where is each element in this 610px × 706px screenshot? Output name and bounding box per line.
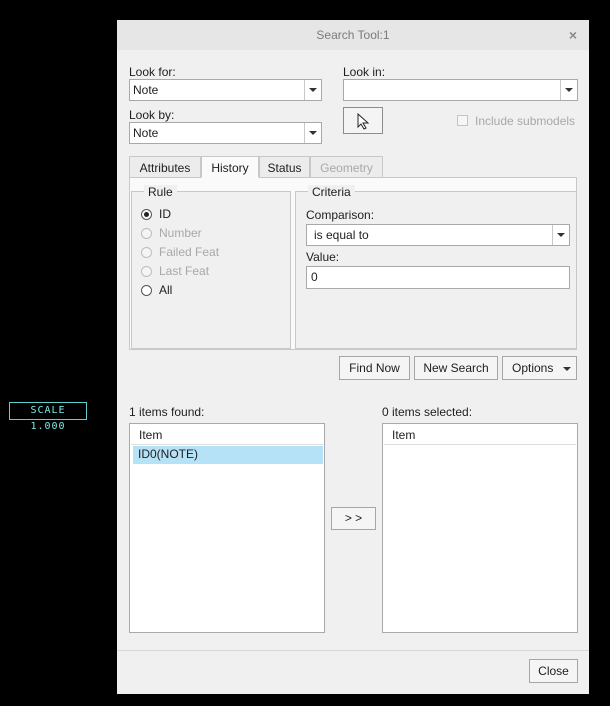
rule-last-feat-label: Last Feat xyxy=(159,264,210,278)
close-button[interactable]: Close xyxy=(529,659,578,683)
history-tab-panel: Rule ID Number Failed Feat Last Feat All… xyxy=(129,177,577,350)
search-tool-dialog: Search Tool:1 × Look for: Note Look by: … xyxy=(117,20,589,694)
rule-failed-feat-radio[interactable] xyxy=(141,247,152,258)
options-label: Options xyxy=(512,361,554,375)
rule-id-label: ID xyxy=(159,207,171,221)
value-label: Value: xyxy=(306,250,340,264)
rule-id-radio[interactable] xyxy=(141,209,152,220)
chevron-down-icon[interactable] xyxy=(552,225,569,245)
select-model-button[interactable] xyxy=(343,107,383,134)
found-items-list[interactable]: Item ID0(NOTE) xyxy=(129,423,325,633)
tab-attributes[interactable]: Attributes xyxy=(129,156,201,178)
comparison-label: Comparison: xyxy=(306,208,375,222)
comparison-value: is equal to xyxy=(314,228,369,242)
found-column-header[interactable]: Item xyxy=(131,425,323,445)
tab-status[interactable]: Status xyxy=(259,156,310,178)
rule-group-title: Rule xyxy=(144,185,177,199)
look-by-value: Note xyxy=(133,126,159,140)
rule-failed-feat-label: Failed Feat xyxy=(159,245,220,259)
look-in-dropdown[interactable] xyxy=(343,79,578,101)
new-search-button[interactable]: New Search xyxy=(414,356,498,380)
scale-label: SCALE 1.000 xyxy=(9,402,87,432)
chevron-down-icon[interactable] xyxy=(560,80,577,100)
value-input[interactable]: 0 xyxy=(306,266,570,289)
look-for-label: Look for: xyxy=(129,65,176,79)
footer-divider xyxy=(117,650,589,651)
tab-history[interactable]: History xyxy=(201,156,259,178)
look-in-label: Look in: xyxy=(343,65,386,79)
rule-number-radio[interactable] xyxy=(141,228,152,239)
rule-all-label: All xyxy=(159,283,173,297)
selected-items-list[interactable]: Item xyxy=(382,423,578,633)
chevron-down-icon xyxy=(563,367,571,371)
include-submodels-checkbox[interactable] xyxy=(457,115,468,126)
transfer-button[interactable]: > > xyxy=(331,507,376,530)
include-submodels-label: Include submodels xyxy=(475,114,576,128)
cursor-arrow-icon xyxy=(357,113,370,130)
rule-group xyxy=(131,191,291,349)
items-selected-label: 0 items selected: xyxy=(382,405,473,419)
selected-column-header[interactable]: Item xyxy=(384,425,576,445)
list-item[interactable]: ID0(NOTE) xyxy=(133,446,323,464)
look-by-dropdown[interactable]: Note xyxy=(129,122,322,144)
chevron-down-icon[interactable] xyxy=(304,80,321,100)
look-by-label: Look by: xyxy=(129,108,175,122)
rule-all-radio[interactable] xyxy=(141,285,152,296)
look-for-value: Note xyxy=(133,83,159,97)
tab-geometry[interactable]: Geometry xyxy=(310,156,383,178)
options-button[interactable]: Options xyxy=(502,356,577,380)
rule-last-feat-radio[interactable] xyxy=(141,266,152,277)
rule-number-label: Number xyxy=(159,226,202,240)
look-for-dropdown[interactable]: Note xyxy=(129,79,322,101)
dialog-title: Search Tool:1 xyxy=(316,28,390,42)
close-icon[interactable]: × xyxy=(563,26,583,44)
comparison-dropdown[interactable]: is equal to xyxy=(306,224,570,246)
criteria-group-title: Criteria xyxy=(308,185,355,199)
find-now-button[interactable]: Find Now xyxy=(339,356,410,380)
chevron-down-icon[interactable] xyxy=(304,123,321,143)
items-found-label: 1 items found: xyxy=(129,405,205,419)
